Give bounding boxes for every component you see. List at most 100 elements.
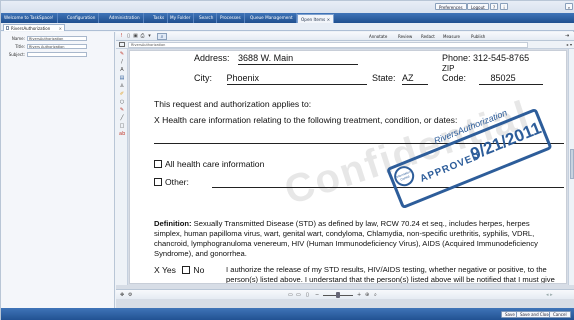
print-icon[interactable]: ⎙: [140, 34, 145, 39]
zip-value: 85025: [478, 73, 543, 85]
scroll-thumb[interactable]: [570, 149, 574, 179]
nav-welcome[interactable]: Welcome to TaskSpace!: [1, 13, 58, 23]
document-tab[interactable]: RiversAuthorization ×: [3, 24, 65, 31]
prev-page-icon[interactable]: ▭: [296, 292, 301, 298]
settings-icon[interactable]: ⚙: [128, 292, 132, 298]
pen-tool-icon[interactable]: ✎: [119, 51, 125, 57]
address-line: Address: 3688 W. Main: [194, 53, 359, 65]
settings-dropdown-icon[interactable]: ▸ ▾: [567, 42, 572, 47]
document-tab-label: RiversAuthorization: [11, 26, 51, 31]
request-intro: This request and authorization applies t…: [154, 99, 312, 109]
search-icon[interactable]: ⌕: [565, 3, 573, 10]
info-button[interactable]: i: [500, 3, 508, 10]
circle-tool-icon[interactable]: ○: [119, 99, 125, 105]
flag-icon[interactable]: !: [119, 34, 124, 39]
nav-my-folder[interactable]: My Folder: [167, 13, 195, 23]
state-value: AZ: [402, 73, 429, 85]
menu-redact[interactable]: Redact: [421, 33, 435, 40]
page-icon[interactable]: ▯: [126, 34, 131, 39]
zoom-out-icon[interactable]: −: [315, 292, 319, 298]
page-nav-icon[interactable]: ◂ ▸: [546, 292, 553, 298]
line-tool-icon[interactable]: ╱: [119, 115, 125, 121]
save-icon[interactable]: ▣: [133, 34, 138, 39]
zoom-in-icon[interactable]: +: [357, 292, 361, 298]
no-checkbox[interactable]: [182, 266, 191, 274]
vertical-scrollbar[interactable]: [568, 49, 574, 285]
nav-open-items-label: Open Items: [301, 17, 326, 22]
next-page-icon[interactable]: ▯: [306, 292, 309, 298]
footer-bar: Save Save and Close Cancel: [1, 308, 574, 320]
frame-icon[interactable]: [119, 42, 125, 47]
stamp-tool-icon[interactable]: ♙: [119, 83, 125, 89]
document-tab-row: RiversAuthorization ×: [1, 23, 574, 31]
zip-line: Code: 85025: [442, 73, 543, 85]
menu-annotate[interactable]: Annotate: [369, 33, 387, 40]
other-label: Other:: [165, 177, 189, 187]
yes-label: X Yes: [154, 265, 176, 275]
dropdown-icon[interactable]: ▾: [147, 34, 152, 39]
city-value: Phoenix: [226, 73, 367, 85]
first-page-icon[interactable]: ▭: [288, 292, 293, 298]
utility-bar: Preferences Logout ? i ⌕: [1, 1, 574, 13]
definition-label: Definition:: [154, 219, 192, 228]
nav-search[interactable]: Search: [196, 13, 218, 23]
yes-no-line: X Yes No: [154, 265, 204, 276]
nav-administration[interactable]: Administration: [106, 13, 144, 23]
city-label: City:: [194, 73, 212, 83]
breadcrumb: RiversAuthorization: [128, 42, 528, 48]
name-field[interactable]: RiversAuthorization: [27, 36, 87, 41]
properties-panel: Name: RiversAuthorization Title: Rivers …: [1, 32, 115, 308]
collapse-icon[interactable]: ⇥: [565, 33, 569, 40]
menu-review[interactable]: Review: [398, 33, 412, 40]
other-checkbox[interactable]: [154, 178, 162, 186]
preferences-button[interactable]: Preferences: [435, 3, 467, 10]
abc-tool-icon[interactable]: ab: [119, 131, 125, 137]
magnifier-icon[interactable]: ⌕: [374, 292, 377, 298]
app-window: Preferences Logout ? i ⌕ Welcome to Task…: [0, 0, 574, 320]
annotation-tools: ✎ / A ▤ ♙ ✐ ○ ✎ ╱ □ ab: [116, 49, 128, 285]
all-info-checkbox[interactable]: [154, 160, 162, 168]
authorize-paragraph: I authorize the release of my STD result…: [226, 265, 555, 284]
rectangle-tool-icon[interactable]: □: [119, 123, 125, 129]
note-tool-icon[interactable]: ✐: [119, 91, 125, 97]
cancel-button[interactable]: Cancel: [549, 311, 571, 318]
address-label: Address:: [194, 53, 230, 63]
other-underline: [212, 187, 564, 188]
nav-processes[interactable]: Processes: [217, 13, 245, 23]
highlight-tool-icon[interactable]: /: [119, 59, 125, 65]
redact-tool-icon[interactable]: ✎: [119, 107, 125, 113]
nav-open-items[interactable]: Open Items ×: [297, 14, 335, 23]
state-line: State: AZ: [372, 73, 429, 85]
title-row: Title: Rivers Authorization: [1, 44, 115, 50]
subject-label: Subject:: [8, 52, 25, 57]
city-line: City: Phoenix: [194, 73, 367, 85]
image-tool-icon[interactable]: ▤: [119, 75, 125, 81]
state-label: State:: [372, 73, 396, 83]
phone-text: Phone: 312-545-8765: [442, 53, 530, 63]
text-tool-icon[interactable]: A: [119, 67, 125, 73]
main-nav: Welcome to TaskSpace! Configuration Admi…: [1, 13, 574, 23]
health-info-line: X Health care information relating to th…: [154, 115, 458, 125]
zoom-slider-knob[interactable]: [336, 292, 340, 298]
definition-text: Sexually Transmitted Disease (STD) as de…: [154, 219, 538, 258]
magnify-icon[interactable]: ⌕: [157, 33, 167, 40]
pan-icon[interactable]: ✥: [120, 292, 124, 298]
close-tab-icon[interactable]: ×: [59, 25, 62, 32]
nav-tasks[interactable]: Tasks: [150, 13, 169, 23]
nav-configuration[interactable]: Configuration: [64, 13, 100, 23]
name-row: Name: RiversAuthorization: [1, 36, 115, 42]
logout-button[interactable]: Logout: [467, 3, 489, 10]
help-button[interactable]: ?: [490, 3, 498, 10]
document-page: Confidential Address: 3688 W. Main Phone…: [129, 50, 567, 284]
title-field[interactable]: Rivers Authorization: [27, 44, 87, 49]
menu-measure[interactable]: Measure: [443, 33, 460, 40]
all-info-line: All health care information: [154, 159, 264, 170]
menu-publish[interactable]: Publish: [471, 33, 485, 40]
subject-field[interactable]: [27, 52, 87, 57]
fit-page-icon[interactable]: ⊕: [365, 292, 369, 298]
nav-queue-management[interactable]: Queue Management: [247, 13, 297, 23]
close-icon[interactable]: ×: [327, 17, 331, 22]
all-info-label: All health care information: [165, 159, 265, 169]
other-line: Other:: [154, 177, 189, 188]
document-viewer: ! ▯ ▣ ⎙ ▾ ⌕ Annotate Review Redact Measu…: [116, 32, 574, 308]
